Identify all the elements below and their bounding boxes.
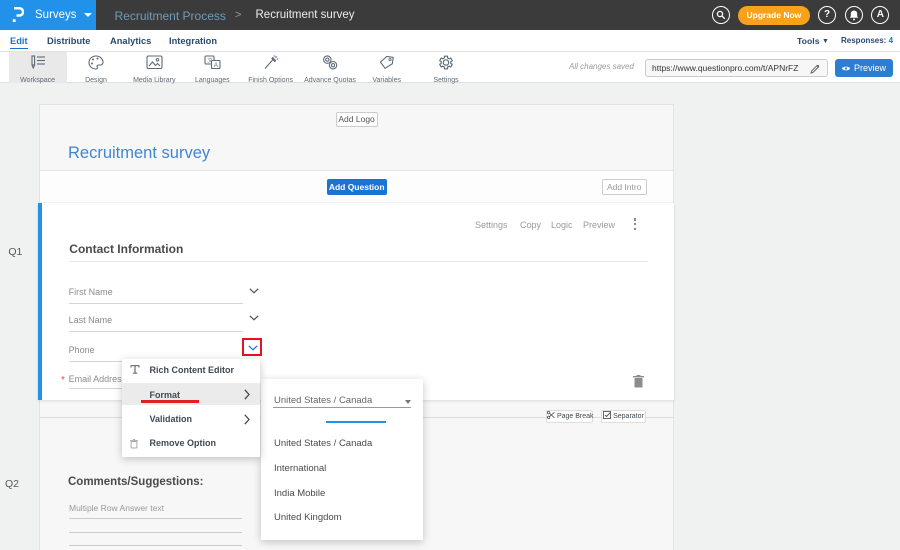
svg-text:A: A: [214, 63, 218, 69]
